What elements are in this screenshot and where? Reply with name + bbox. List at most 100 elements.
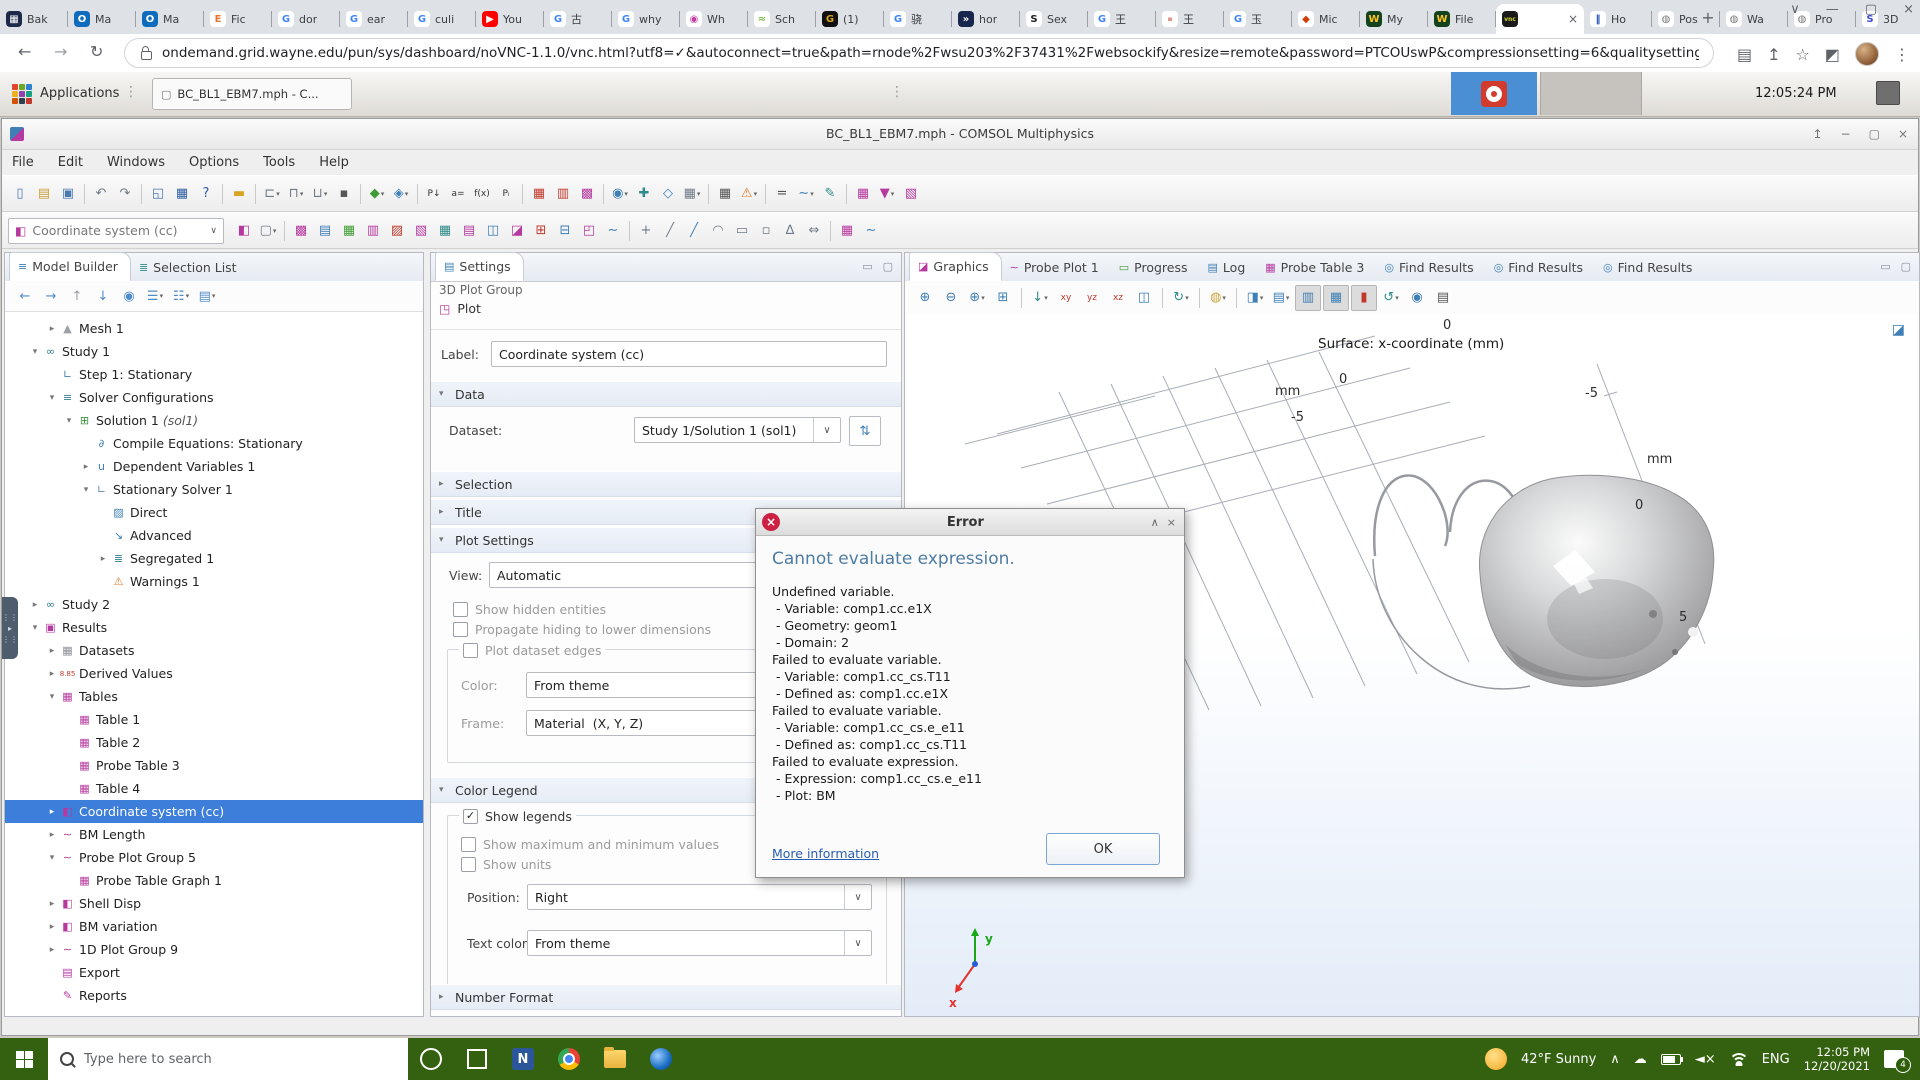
browser-tab[interactable]: O Ma × <box>136 4 204 34</box>
browser-tab[interactable]: ◍ Wa × <box>1720 4 1788 34</box>
tree-item[interactable]: ▾ ∼ Probe Plot Group 5 <box>5 846 423 869</box>
browser-tab[interactable]: G 古 × <box>544 4 612 34</box>
parameters-icon[interactable]: P↓▾ <box>422 182 446 206</box>
plot-type-14-icon[interactable]: ∼▾ <box>601 219 625 243</box>
checkbox-show-units[interactable]: Show units <box>461 856 551 872</box>
collapse-icon[interactable]: ☷▾ <box>169 284 193 308</box>
save-page-icon[interactable]: ▤ <box>1737 45 1752 64</box>
graphics-tab[interactable]: ◎ Find Results <box>1376 254 1485 281</box>
tree-item[interactable]: ▦ Probe Table 3 <box>5 754 423 777</box>
material-icon[interactable]: ▥▾ <box>551 182 575 206</box>
menu-item[interactable]: Help <box>319 155 349 170</box>
node-text-icon[interactable]: ▤▾ <box>195 284 219 308</box>
expand-arrow-icon[interactable]: ▸ <box>45 324 59 334</box>
warning-icon[interactable]: ⚠▾ <box>737 182 761 206</box>
move-icon[interactable]: ⇔▾ <box>802 219 826 243</box>
panel-tab[interactable]: ≡ Model Builder <box>9 252 131 281</box>
toggle-axes-icon[interactable]: ▥▾ <box>1295 285 1321 311</box>
more-information-link[interactable]: More information <box>772 846 879 861</box>
tree-item[interactable]: ▾ ▦ Tables <box>5 685 423 708</box>
scene-light-icon[interactable]: ◍▾ <box>1206 286 1230 310</box>
browser-tab[interactable]: G 王 × <box>1088 4 1156 34</box>
expand-arrow-icon[interactable]: ▾ <box>45 393 59 403</box>
graphics-tab[interactable]: ◎ Find Results <box>1486 254 1595 281</box>
mesh-icon[interactable]: ◈▾ <box>389 182 413 206</box>
zoom-box-icon[interactable]: ⊕▾ <box>965 286 989 310</box>
forward-icon[interactable]: →▾ <box>39 284 63 308</box>
separator[interactable]: ▾ <box>251 182 260 206</box>
menu-item[interactable]: File <box>12 155 34 170</box>
copy-plot-icon[interactable]: ▢▾ <box>256 219 280 243</box>
toggle-legend-icon[interactable]: ▮▾ <box>1351 285 1377 311</box>
expand-arrow-icon[interactable]: ▸ <box>45 646 59 656</box>
checkbox-propagate[interactable]: Propagate hiding to lower dimensions <box>453 621 711 637</box>
view-options-icon[interactable]: ▤▾ <box>1269 286 1293 310</box>
onedrive-cloud-icon[interactable]: ☁ <box>1634 1052 1647 1067</box>
dataset-select[interactable]: Study 1/Solution 1 (sol1) ∨ <box>634 417 841 443</box>
draw-square-icon[interactable]: ▫▾ <box>754 219 778 243</box>
forward-icon[interactable]: → <box>54 42 67 61</box>
plot-type-2-icon[interactable]: ▤▾ <box>313 219 337 243</box>
back-icon[interactable]: ← <box>18 42 31 61</box>
checkbox-plot-edges[interactable]: Plot dataset edges <box>459 642 606 658</box>
graphics-tab[interactable]: ◪ Graphics <box>909 252 1002 281</box>
open-file-icon[interactable]: ▤▾ <box>32 182 56 206</box>
table-icon[interactable]: ▦▾ <box>713 182 737 206</box>
draw-tri-icon[interactable]: ∆▾ <box>778 219 802 243</box>
browser-tab[interactable]: G why × <box>612 4 680 34</box>
text-color-select[interactable]: From theme ∨ <box>527 930 872 956</box>
separator[interactable]: ▾ <box>761 182 770 206</box>
browser-tab[interactable]: ıı 王 × <box>1156 4 1224 34</box>
plot-window-icon[interactable]: ◧▾ <box>232 219 256 243</box>
plot-type-11-icon[interactable]: ⊞▾ <box>529 219 553 243</box>
new-file-icon[interactable]: ▯▾ <box>8 182 32 206</box>
window-control-icon[interactable]: — <box>1826 2 1839 17</box>
update-icon[interactable]: ↺▾ <box>1379 286 1403 310</box>
note-icon[interactable]: ▬▾ <box>227 182 251 206</box>
tree-item[interactable]: ⚠ Warnings 1 <box>5 570 423 593</box>
panel-window-button[interactable]: ▢ BC_BL1_EBM7.mph - C... <box>152 78 352 110</box>
panel-float-icon[interactable]: ▢ <box>883 260 893 273</box>
plot-group-combo[interactable]: ◧ Coordinate system (cc) ∨ <box>8 218 224 244</box>
draw-arc-icon[interactable]: ◠▾ <box>706 219 730 243</box>
dialog-close-icon[interactable]: × <box>1167 516 1176 529</box>
tab-settings[interactable]: ▤ Settings <box>435 252 524 281</box>
checkbox-show-maxmin[interactable]: Show maximum and minimum values <box>461 836 719 852</box>
plot-type-5-icon[interactable]: ▨▾ <box>385 219 409 243</box>
browser-tab[interactable]: ◆ Mic × <box>1292 4 1360 34</box>
plot-button[interactable]: ◳ Plot <box>439 301 481 316</box>
expand-arrow-icon[interactable]: ▸ <box>45 922 59 932</box>
redo-icon[interactable]: ↷▾ <box>113 182 137 206</box>
plot-type-9-icon[interactable]: ◫▾ <box>481 219 505 243</box>
wifi-icon[interactable] <box>1730 1053 1748 1066</box>
variables-icon[interactable]: a=▾ <box>446 182 470 206</box>
build-icon[interactable]: ◆▾ <box>365 182 389 206</box>
show-icon[interactable]: ◉▾ <box>117 284 141 308</box>
browser-menu-icon[interactable]: ⋮ <box>1894 45 1910 64</box>
tab-close-icon[interactable]: × <box>1568 12 1578 26</box>
draw-rect-icon[interactable]: ▭▾ <box>730 219 754 243</box>
plot-type-10-icon[interactable]: ◪▾ <box>505 219 529 243</box>
separator[interactable]: ▾ <box>1017 286 1026 310</box>
comsol-window-control-icon[interactable]: × <box>1898 127 1908 141</box>
panel-handle[interactable]: ⋮ <box>890 84 904 100</box>
tree-item[interactable]: ▾ ⊞ Solution 1 (sol1) <box>5 409 423 432</box>
tree-item[interactable]: ▤ Export <box>5 961 423 984</box>
tree-item[interactable]: ∟ Step 1: Stationary <box>5 363 423 386</box>
draw-line2-icon[interactable]: ╱▾ <box>682 219 706 243</box>
separator[interactable]: ▾ <box>356 182 365 206</box>
expand-arrow-icon[interactable]: ▾ <box>28 623 42 633</box>
tree-item[interactable]: ▸ ≣ Segregated 1 <box>5 547 423 570</box>
color-table-icon[interactable]: ▩▾ <box>575 182 599 206</box>
window-control-icon[interactable]: ∨ <box>1790 2 1800 17</box>
separator[interactable]: ▾ <box>280 219 289 243</box>
separator[interactable]: ▾ <box>704 182 713 206</box>
panel-media-button[interactable] <box>1451 72 1537 115</box>
tree-item[interactable]: ▸ ∼ 1D Plot Group 9 <box>5 938 423 961</box>
share-icon[interactable]: ↥ <box>1767 45 1780 64</box>
browser-tab[interactable]: ≈ Sch × <box>748 4 816 34</box>
separator[interactable]: ▾ <box>826 219 835 243</box>
extensions-icon[interactable]: ◩ <box>1825 45 1840 64</box>
separator[interactable]: ▾ <box>842 182 851 206</box>
taskbar-app-explorer[interactable] <box>592 1038 638 1080</box>
